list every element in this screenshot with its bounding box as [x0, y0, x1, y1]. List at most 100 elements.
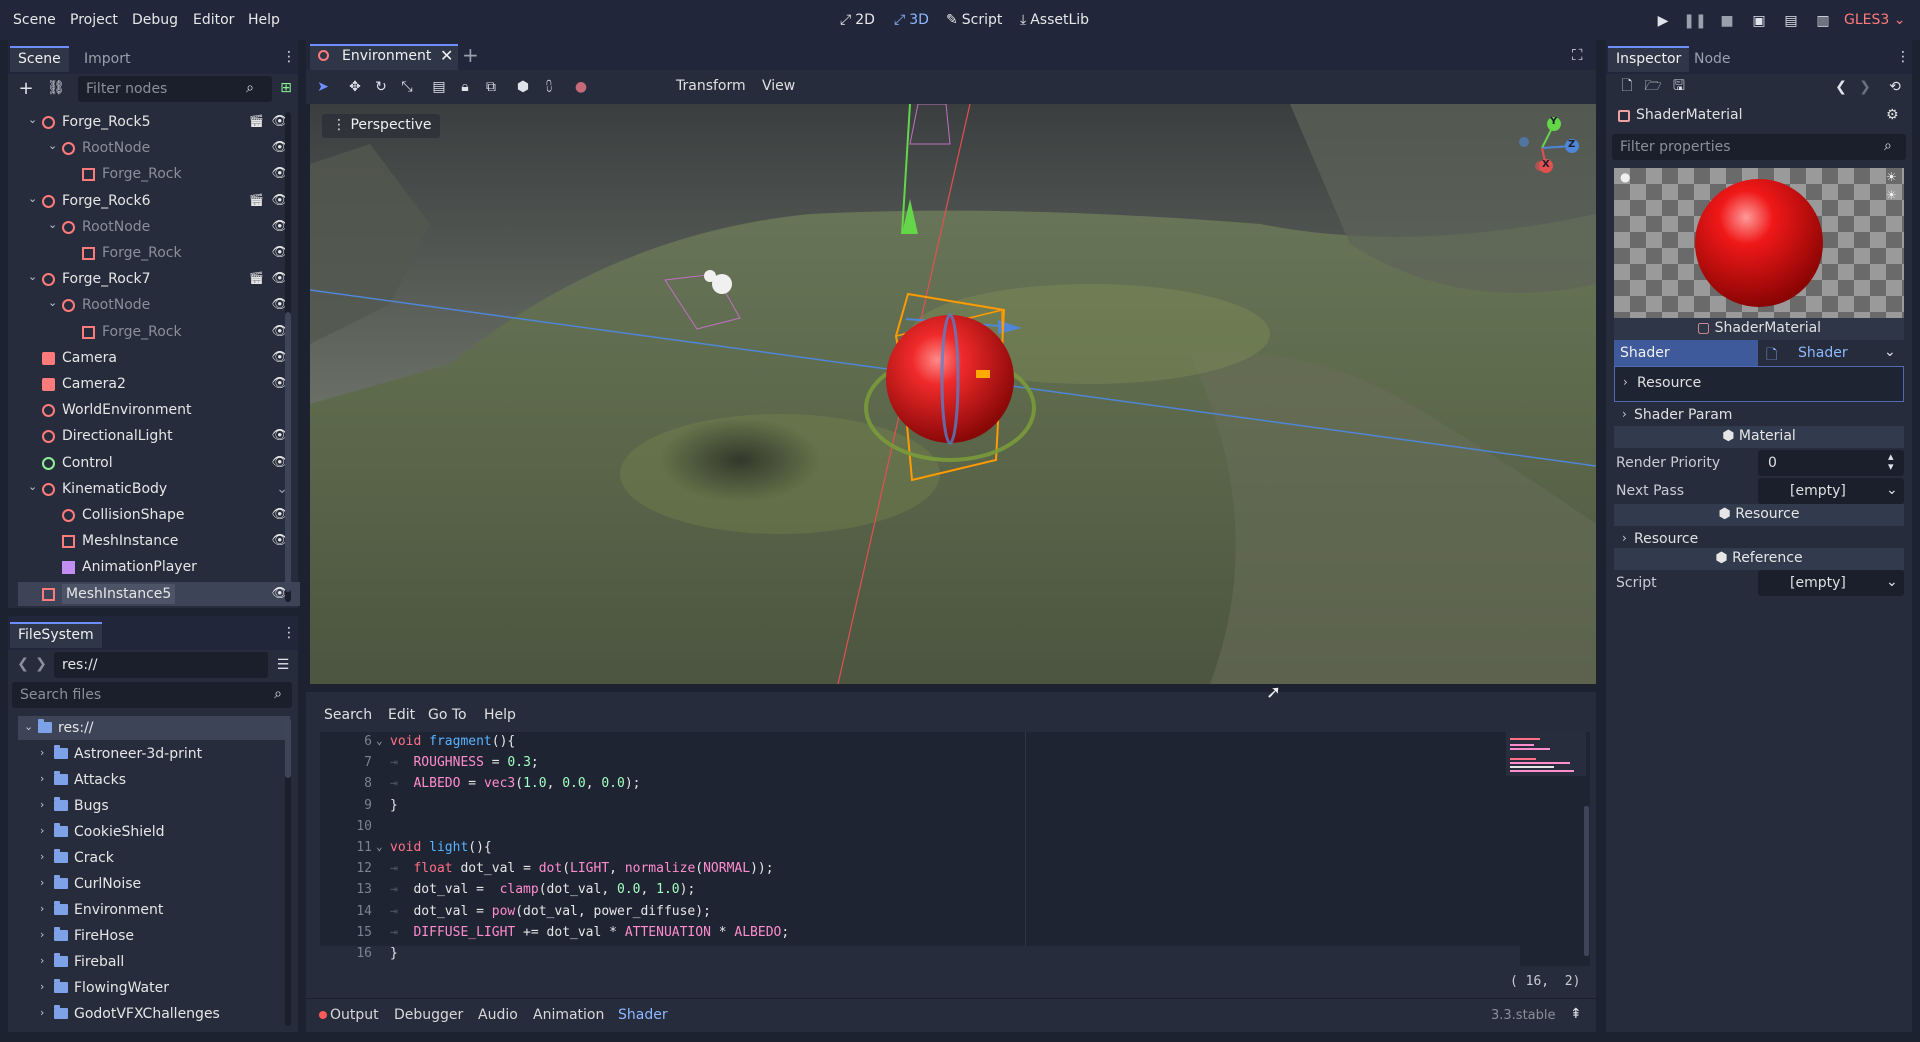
- save-resource-icon[interactable]: 🖫: [1670, 78, 1688, 96]
- file-tree-folder[interactable]: › Astroneer-3d-print: [26, 742, 290, 766]
- pause-icon[interactable]: ❚❚: [1683, 12, 1706, 30]
- tab-filesystem[interactable]: FileSystem: [10, 622, 102, 648]
- scene-tree-scrollbar[interactable]: [285, 112, 291, 602]
- select-tool-icon[interactable]: ➤: [314, 78, 332, 96]
- menu-debug[interactable]: Debug: [132, 12, 178, 28]
- rotate-tool-icon[interactable]: ↻: [372, 78, 390, 96]
- material-section[interactable]: ⬢ Material: [1614, 426, 1904, 448]
- stop-icon[interactable]: ■: [1718, 12, 1736, 30]
- history-forward-icon[interactable]: ❯: [1858, 78, 1872, 96]
- scene-tree-node[interactable]: ⌄ RootNode 👁︎: [18, 136, 300, 160]
- tab-scene[interactable]: Scene: [10, 46, 69, 72]
- filter-properties-input[interactable]: Filter properties: [1612, 134, 1906, 160]
- search-files-input[interactable]: Search files: [12, 682, 292, 708]
- chevron-down-icon[interactable]: ⌄: [48, 296, 57, 309]
- open-scene-icon[interactable]: 🎬︎: [249, 193, 264, 207]
- open-scene-icon[interactable]: 🎬︎: [249, 271, 264, 285]
- chevron-right-icon[interactable]: ›: [40, 850, 44, 863]
- file-tree-folder[interactable]: › Fireball: [26, 950, 290, 974]
- next-pass-picker[interactable]: [empty] ⌄: [1758, 478, 1904, 504]
- chevron-down-icon[interactable]: ⌄: [28, 480, 37, 493]
- scene-tree-node[interactable]: ⌄ Forge_Rock5 🎬︎ 👁︎: [18, 110, 300, 134]
- lock-icon[interactable]: 🔒︎: [456, 78, 474, 96]
- object-properties-icon[interactable]: ⚙: [1886, 107, 1899, 123]
- bottom-tab-shader[interactable]: Shader: [618, 1007, 668, 1023]
- chevron-down-icon[interactable]: ⌄: [24, 720, 33, 733]
- mode-3d-button[interactable]: ⤢ 3D: [894, 12, 929, 28]
- scene-tree-node[interactable]: ⌄ RootNode 👁︎: [18, 215, 300, 239]
- scene-tree-node[interactable]: AnimationPlayer: [18, 555, 300, 579]
- bottom-tab-animation[interactable]: Animation: [533, 1007, 604, 1023]
- chevron-right-icon[interactable]: ›: [40, 954, 44, 967]
- chevron-down-icon[interactable]: ⌄: [48, 218, 57, 231]
- scene-tree-node[interactable]: ⌄ KinematicBody ⌄: [18, 477, 300, 501]
- clapper-icon[interactable]: ▥: [1814, 12, 1832, 30]
- file-tree-folder[interactable]: › GodotVFXChallenges: [26, 1002, 290, 1026]
- resource-group[interactable]: › Resource: [1614, 366, 1904, 402]
- list-select-icon[interactable]: ▤: [430, 78, 448, 96]
- scale-tool-icon[interactable]: ⤡: [398, 78, 416, 96]
- close-tab-icon[interactable]: ✕: [440, 46, 453, 65]
- open-resource-icon[interactable]: 🗁: [1644, 78, 1662, 96]
- bottom-tab-debugger[interactable]: Debugger: [394, 1007, 463, 1023]
- reference-section[interactable]: ⬢ Reference: [1614, 548, 1904, 570]
- menu-editor[interactable]: Editor: [193, 12, 234, 28]
- mode-2d-button[interactable]: ⤢ 2D: [840, 12, 875, 28]
- mode-script-button[interactable]: ✎ Script: [946, 12, 1002, 28]
- tab-import[interactable]: Import: [76, 46, 138, 72]
- light-1-icon[interactable]: ●: [1620, 170, 1630, 184]
- scene-tree-node[interactable]: ⌄ Forge_Rock7 🎬︎ 👁︎: [18, 267, 300, 291]
- file-tree-folder[interactable]: › Attacks: [26, 768, 290, 792]
- file-tree-folder[interactable]: › FireHose: [26, 924, 290, 948]
- file-tree-folder[interactable]: › Bugs: [26, 794, 290, 818]
- view-gizmo[interactable]: Y Z X: [1510, 112, 1580, 182]
- perspective-menu[interactable]: ⋮ Perspective: [322, 114, 440, 138]
- shader-menu-goto[interactable]: Go To: [428, 707, 467, 723]
- link-icon[interactable]: ⛓: [46, 78, 66, 98]
- path-field[interactable]: res://: [54, 652, 268, 678]
- chevron-right-icon[interactable]: ›: [40, 746, 44, 759]
- view-menu[interactable]: View: [762, 78, 795, 94]
- chevron-down-icon[interactable]: ⌄: [48, 139, 57, 152]
- expand-panel-icon[interactable]: ⇞: [1570, 1006, 1582, 1022]
- tab-environment[interactable]: Environment ✕: [310, 44, 458, 70]
- renderer-selector[interactable]: GLES3 ⌄: [1844, 12, 1905, 28]
- shader-menu-edit[interactable]: Edit: [388, 707, 415, 723]
- scene-tree-node[interactable]: Forge_Rock 👁︎: [18, 162, 300, 186]
- code-editor[interactable]: 6 ⌄ void fragment(){7 ⇥ ROUGHNESS = 0.3; 8 ⇥ …: [320, 732, 1590, 967]
- forward-icon[interactable]: ❯: [34, 656, 48, 672]
- scene-tree-node[interactable]: Forge_Rock 👁︎: [18, 241, 300, 265]
- scene-tree-node[interactable]: Camera2 👁︎: [18, 372, 300, 396]
- 3d-viewport[interactable]: ⋮ Perspective Y Z X: [310, 104, 1596, 684]
- local-space-icon[interactable]: ⬢: [514, 78, 532, 96]
- light-toggle-2-icon[interactable]: ☀: [1886, 188, 1897, 202]
- fold-icon[interactable]: ⌄: [376, 840, 383, 853]
- spinner-icon[interactable]: ▴ ▾: [1888, 451, 1894, 472]
- code-scrollbar[interactable]: [1584, 806, 1589, 956]
- fs-menu-icon[interactable]: ⋮: [282, 624, 296, 642]
- resource-section[interactable]: ⬢ Resource: [1614, 504, 1904, 526]
- tab-node[interactable]: Node: [1686, 46, 1739, 72]
- chevron-down-icon[interactable]: ⌄: [28, 192, 37, 205]
- scene-tree-node[interactable]: MeshInstance 👁︎: [18, 529, 300, 553]
- play-scene-icon[interactable]: ▣: [1750, 12, 1768, 30]
- chevron-right-icon[interactable]: ›: [40, 980, 44, 993]
- move-tool-icon[interactable]: ✥: [346, 78, 364, 96]
- chevron-right-icon[interactable]: ›: [40, 1006, 44, 1019]
- scene-tree-node[interactable]: ⌄ Forge_Rock6 🎬︎ 👁︎: [18, 189, 300, 213]
- distraction-free-icon[interactable]: ⛶: [1572, 46, 1583, 64]
- file-tree-scrollbar[interactable]: [285, 718, 291, 1026]
- play-icon[interactable]: ▶: [1654, 12, 1672, 30]
- open-scene-icon[interactable]: 🎬︎: [249, 114, 264, 128]
- scene-tree-node[interactable]: WorldEnvironment: [18, 398, 300, 422]
- bottom-tab-audio[interactable]: Audio: [478, 1007, 518, 1023]
- file-tree-folder[interactable]: › FlowingWater: [26, 976, 290, 1000]
- scene-tree-node[interactable]: Forge_Rock 👁︎: [18, 320, 300, 344]
- scene-tree-node[interactable]: Control 👁︎: [18, 451, 300, 475]
- transform-menu[interactable]: Transform: [676, 78, 746, 94]
- chevron-right-icon[interactable]: ›: [40, 798, 44, 811]
- new-tab-icon[interactable]: +: [462, 43, 479, 67]
- history-icon[interactable]: ⟲: [1886, 78, 1904, 96]
- menu-help[interactable]: Help: [248, 12, 280, 28]
- file-tree-folder[interactable]: › Environment: [26, 898, 290, 922]
